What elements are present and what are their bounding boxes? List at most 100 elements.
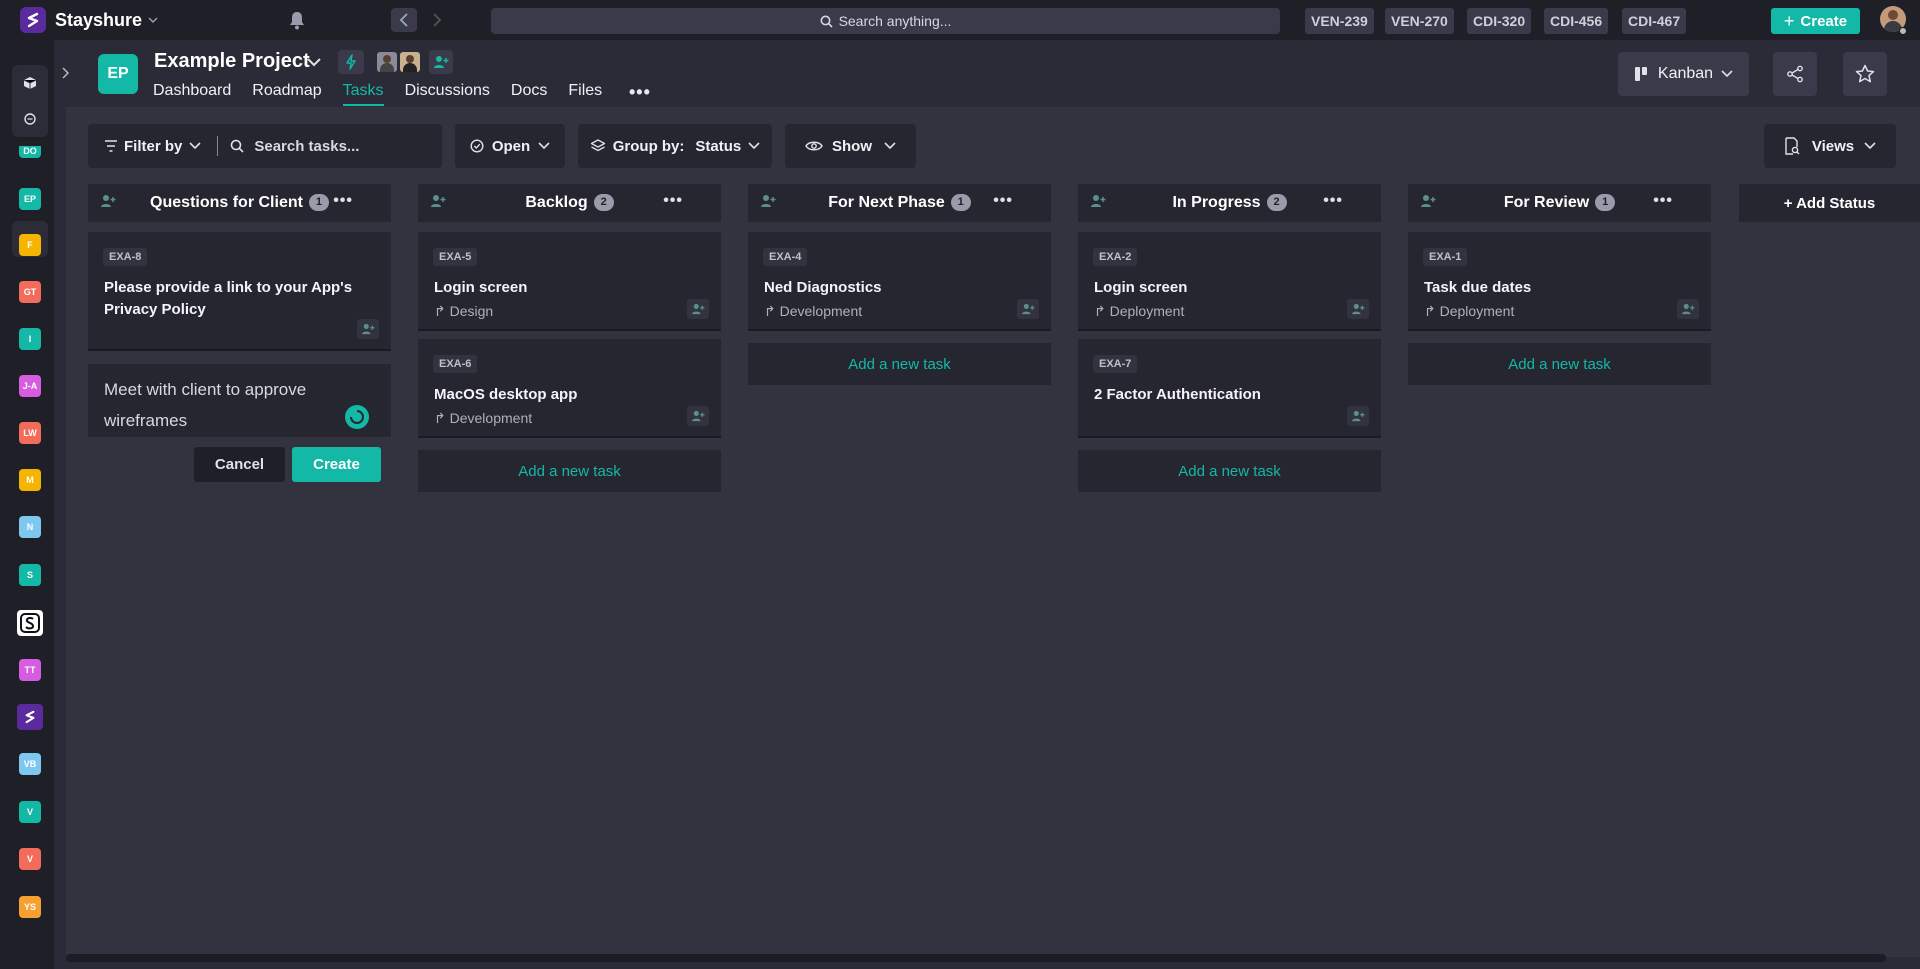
task-parent: ↱ Deployment (1094, 303, 1184, 320)
project-rail-item-logo[interactable] (17, 610, 43, 636)
chevron-down-icon (538, 142, 550, 150)
filter-icon (105, 140, 117, 152)
more-tabs-button[interactable]: ••• (629, 82, 651, 103)
assign-user-icon[interactable] (1347, 406, 1369, 426)
project-rail-item[interactable]: M (19, 469, 41, 491)
task-card[interactable]: EXA-4 Ned Diagnostics ↱ Development (748, 232, 1051, 331)
show-options-select[interactable]: Show (785, 124, 916, 168)
project-rail-item[interactable]: YS (19, 896, 41, 918)
project-abbr: N (26, 522, 34, 532)
task-parent: ↱ Deployment (1424, 303, 1514, 320)
column-menu-button[interactable]: ••• (1323, 192, 1343, 210)
project-abbr: EP (23, 194, 36, 204)
expand-sidebar-button[interactable] (55, 63, 75, 83)
project-title[interactable]: Example Project (154, 50, 310, 73)
cube-icon[interactable] (12, 65, 48, 101)
workspace-switcher[interactable]: Stayshure (20, 7, 158, 33)
subtask-arrow-icon: ↱ (1424, 303, 1440, 319)
chevron-down-icon[interactable] (306, 54, 322, 72)
project-rail-item[interactable]: LW (19, 422, 41, 444)
project-rail-item[interactable]: GT (19, 281, 41, 303)
recent-item[interactable]: CDI-467 (1622, 8, 1687, 34)
project-rail-item[interactable]: F (19, 234, 41, 256)
create-button[interactable]: + Create (1771, 8, 1860, 34)
project-rail-item-logo[interactable] (17, 704, 43, 730)
task-card[interactable]: EXA-7 2 Factor Authentication (1078, 339, 1381, 438)
project-abbr: LW (23, 428, 37, 438)
project-abbr: J-A (22, 381, 38, 391)
recent-item[interactable]: CDI-456 (1544, 8, 1609, 34)
check-circle-icon (470, 139, 484, 153)
add-member-button[interactable] (429, 50, 453, 74)
tab-tasks[interactable]: Tasks (342, 82, 384, 106)
assign-user-icon[interactable] (687, 406, 709, 426)
member-avatar[interactable] (377, 52, 397, 72)
add-task-button[interactable]: Add a new task (748, 343, 1051, 385)
assign-user-icon[interactable] (357, 319, 379, 339)
chevron-down-icon (1721, 70, 1733, 78)
assign-user-icon[interactable] (1677, 299, 1699, 319)
chevron-down-icon (748, 142, 760, 150)
status-filter-select[interactable]: Open (455, 124, 565, 168)
column-menu-button[interactable]: ••• (993, 192, 1013, 210)
task-card[interactable]: EXA-1 Task due dates ↱ Deployment (1408, 232, 1711, 331)
global-search-input[interactable]: Search anything... (491, 8, 1280, 34)
tab-discussions[interactable]: Discussions (405, 82, 490, 106)
horizontal-scrollbar[interactable] (66, 954, 1886, 962)
task-card[interactable]: EXA-8 Please provide a link to your App'… (88, 232, 391, 351)
column-menu-button[interactable]: ••• (1653, 192, 1673, 210)
project-rail-item[interactable]: I (19, 328, 41, 350)
share-button[interactable] (1773, 52, 1817, 96)
tab-files[interactable]: Files (568, 82, 602, 106)
kanban-icon (1634, 67, 1647, 81)
project-rail-item[interactable]: S (19, 564, 41, 586)
forward-button[interactable] (424, 8, 450, 32)
saved-views-select[interactable]: Views (1764, 124, 1896, 168)
recent-item[interactable]: CDI-320 (1467, 8, 1532, 34)
project-rail-item[interactable]: V (19, 848, 41, 870)
group-by-select[interactable]: Group by: Status (578, 124, 772, 168)
assign-user-icon[interactable] (687, 299, 709, 319)
recent-item[interactable]: VEN-270 (1385, 8, 1454, 34)
cancel-button[interactable]: Cancel (194, 447, 285, 482)
assign-user-icon[interactable] (1347, 299, 1369, 319)
column-title: Backlog (525, 194, 588, 211)
member-avatar[interactable] (400, 52, 420, 72)
task-parent-label: Development (779, 303, 863, 319)
tab-dashboard[interactable]: Dashboard (153, 82, 231, 106)
project-rail-item[interactable]: J-A (19, 375, 41, 397)
column-title: Questions for Client (150, 194, 303, 211)
project-rail-item[interactable]: N (19, 516, 41, 538)
task-key: EXA-7 (1093, 355, 1138, 373)
project-rail-item[interactable]: VB (19, 753, 41, 775)
automation-bolt-icon[interactable] (338, 50, 364, 74)
add-task-button[interactable]: Add a new task (1078, 450, 1381, 492)
favorite-button[interactable] (1843, 52, 1887, 96)
project-rail-item[interactable]: TT (19, 659, 41, 681)
assign-user-icon[interactable] (1017, 299, 1039, 319)
create-label: Create (1800, 12, 1848, 30)
add-status-button[interactable]: + Add Status (1739, 184, 1920, 222)
task-card[interactable]: EXA-6 MacOS desktop app ↱ Development (418, 339, 721, 438)
filter-by-button[interactable]: Filter by (104, 138, 201, 155)
subtask-arrow-icon: ↱ (434, 303, 450, 319)
project-rail-item[interactable]: V (19, 801, 41, 823)
project-rail-item[interactable]: DO (19, 146, 41, 158)
tab-docs[interactable]: Docs (511, 82, 547, 106)
column-menu-button[interactable]: ••• (663, 192, 683, 210)
tab-roadmap[interactable]: Roadmap (252, 82, 321, 106)
project-rail-item[interactable]: EP (19, 188, 41, 210)
create-task-button[interactable]: Create (292, 447, 381, 482)
task-card[interactable]: EXA-5 Login screen ↱ Design (418, 232, 721, 331)
view-mode-select[interactable]: Kanban (1618, 52, 1749, 96)
recent-item[interactable]: VEN-239 (1305, 8, 1374, 34)
back-button[interactable] (391, 8, 417, 32)
column-menu-button[interactable]: ••• (333, 192, 353, 210)
chat-search-icon[interactable] (12, 101, 48, 137)
add-task-button[interactable]: Add a new task (418, 450, 721, 492)
bell-icon[interactable] (288, 10, 306, 35)
add-task-button[interactable]: Add a new task (1408, 343, 1711, 385)
task-card[interactable]: EXA-2 Login screen ↱ Deployment (1078, 232, 1381, 331)
new-task-input[interactable]: Meet with client to approve wireframes (104, 374, 334, 436)
task-search-input[interactable]: Search tasks... (230, 138, 359, 155)
